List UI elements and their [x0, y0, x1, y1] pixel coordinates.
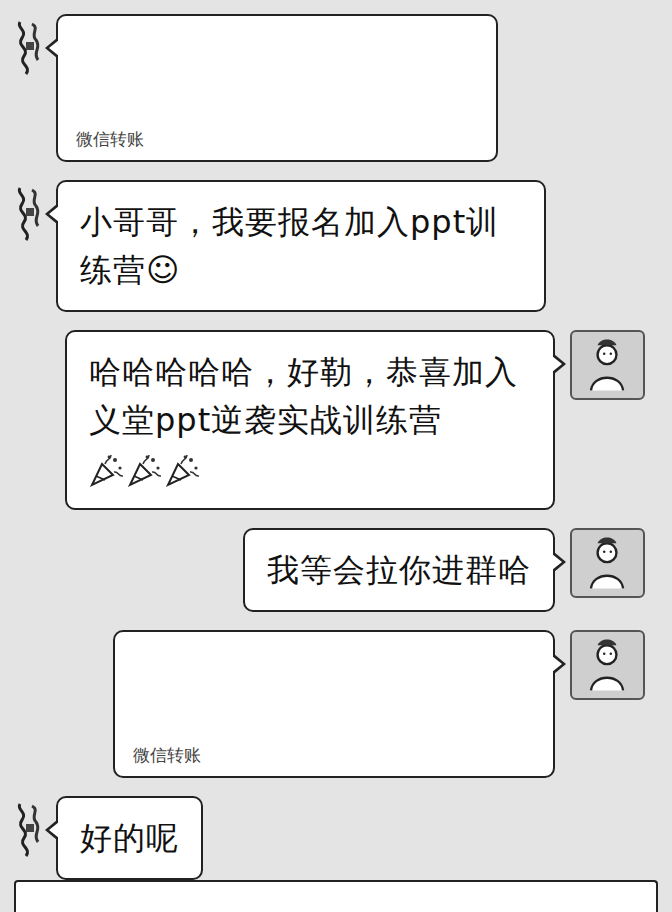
message-row: 哈哈哈哈哈，好勒，恭喜加入义堂ppt逆袭实战训练营: [0, 330, 672, 510]
user-avatar[interactable]: [570, 330, 645, 400]
chat-screen: 微信转账小哥哥，我要报名加入ppt训练营☺哈哈哈哈哈，好勒，恭喜加入义堂ppt逆…: [0, 0, 672, 912]
transfer-body: [115, 632, 553, 744]
party-popper-icon: [165, 452, 201, 488]
message-bubble[interactable]: 我等会拉你进群哈: [243, 528, 555, 612]
transfer-body: [58, 16, 496, 128]
person-icon: [572, 632, 643, 698]
transfer-label: 微信转账: [115, 744, 553, 776]
message-bubble[interactable]: 哈哈哈哈哈，好勒，恭喜加入义堂ppt逆袭实战训练营: [65, 330, 555, 510]
person-icon: [572, 332, 643, 398]
user-avatar[interactable]: [570, 630, 645, 700]
emoji-row: [89, 452, 201, 488]
message-text: 好的呢: [80, 819, 179, 857]
message-list: 微信转账小哥哥，我要报名加入ppt训练营☺哈哈哈哈哈，好勒，恭喜加入义堂ppt逆…: [0, 0, 672, 880]
message-input[interactable]: [14, 880, 658, 912]
transfer-card[interactable]: 微信转账: [56, 14, 498, 162]
contact-avatar-icon[interactable]: [14, 800, 44, 860]
message-row: 微信转账: [0, 630, 672, 778]
message-text: 我等会拉你进群哈: [267, 551, 531, 589]
transfer-card[interactable]: 微信转账: [113, 630, 555, 778]
message-row: 小哥哥，我要报名加入ppt训练营☺: [0, 180, 672, 312]
message-text: 小哥哥，我要报名加入ppt训练营☺: [80, 203, 499, 289]
person-icon: [572, 530, 643, 596]
message-bubble[interactable]: 好的呢: [56, 796, 203, 880]
message-bubble[interactable]: 小哥哥，我要报名加入ppt训练营☺: [56, 180, 546, 312]
party-popper-icon: [89, 452, 125, 488]
party-popper-icon: [127, 452, 163, 488]
transfer-label: 微信转账: [58, 128, 496, 160]
contact-avatar-icon[interactable]: [14, 184, 44, 244]
message-row: 我等会拉你进群哈: [0, 528, 672, 612]
message-text: 哈哈哈哈哈，好勒，恭喜加入义堂ppt逆袭实战训练营: [89, 353, 518, 439]
contact-avatar-icon[interactable]: [14, 18, 44, 78]
user-avatar[interactable]: [570, 528, 645, 598]
message-row: 好的呢: [0, 796, 672, 880]
message-row: 微信转账: [0, 14, 672, 162]
